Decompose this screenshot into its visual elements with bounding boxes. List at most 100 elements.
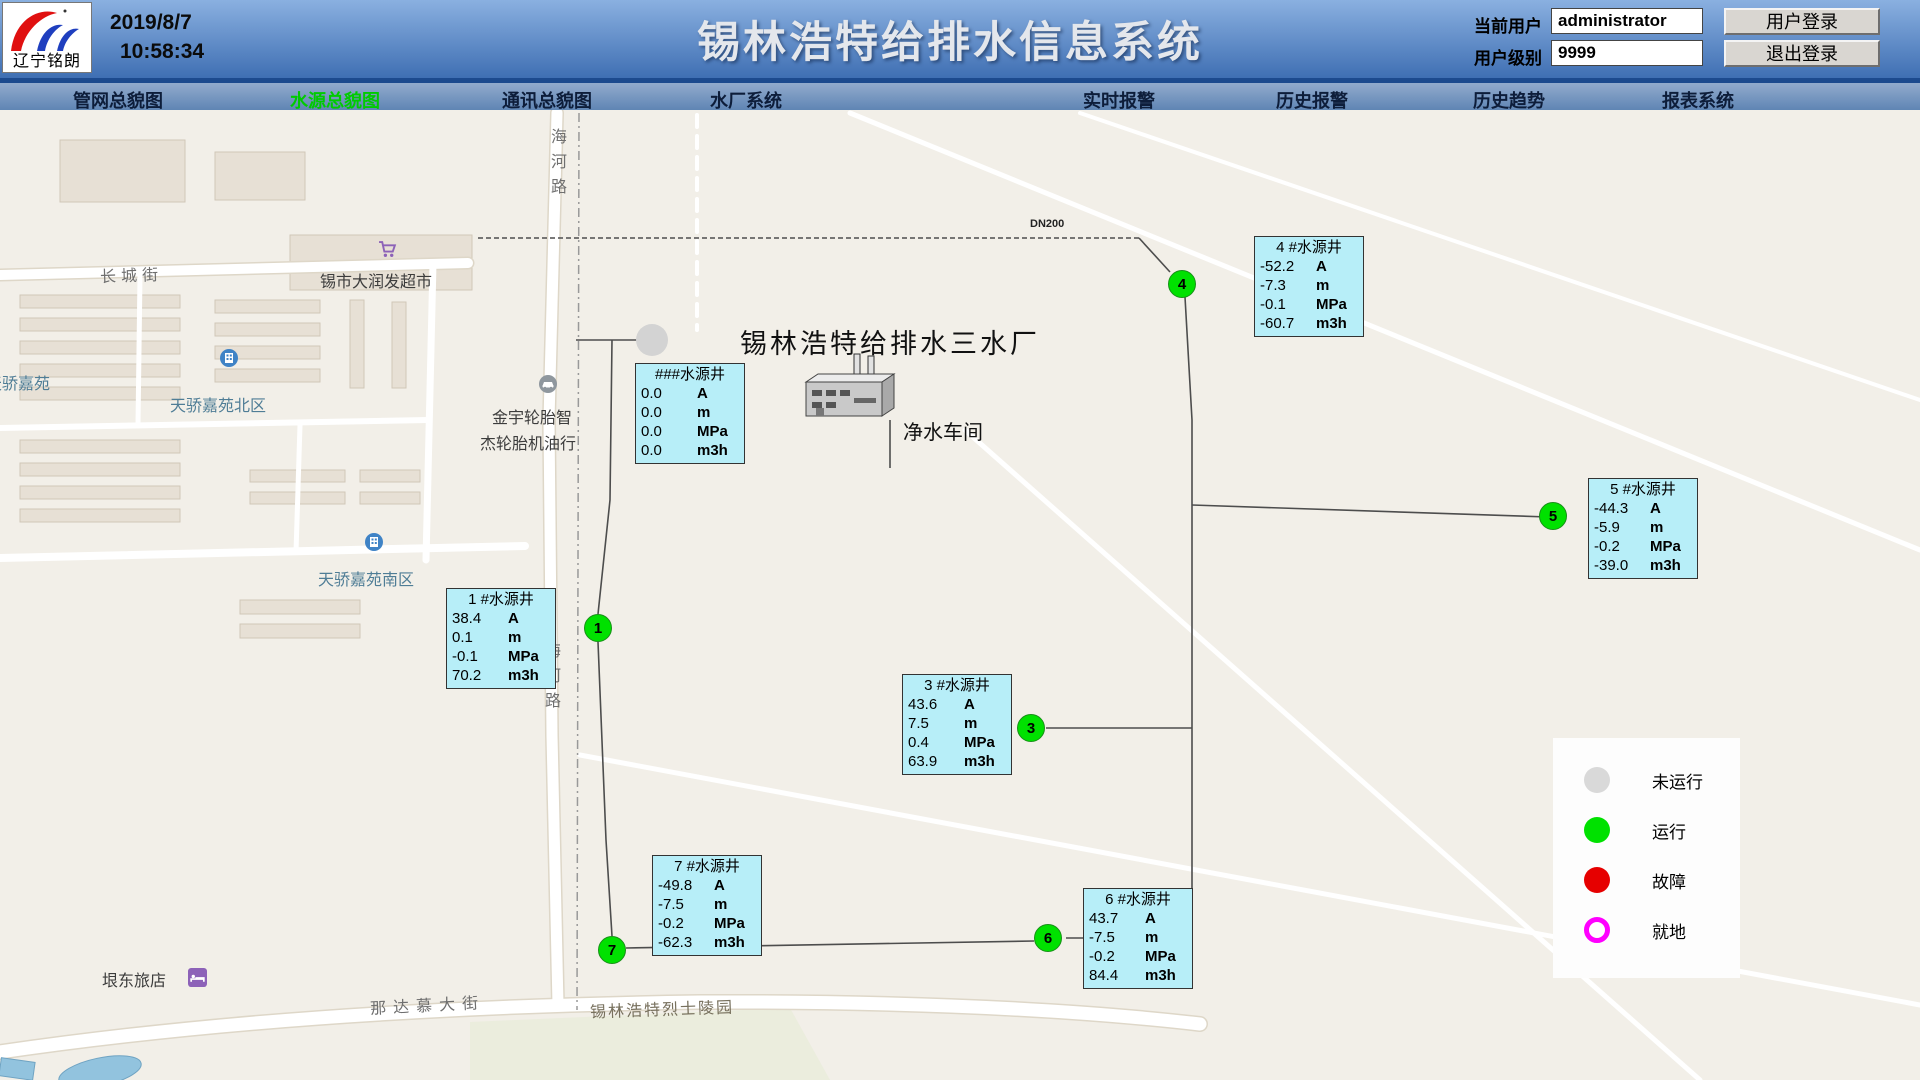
legend-row-fault: 故障 bbox=[1553, 862, 1740, 898]
poi-label-cemetery: 锡林浩特烈士陵园 bbox=[590, 993, 735, 1022]
street-label: 长城街 bbox=[100, 261, 164, 287]
well-marker-3[interactable]: 3 bbox=[1017, 714, 1045, 742]
well-value: -39.0 bbox=[1594, 556, 1650, 575]
well-unit: m3h bbox=[1316, 314, 1347, 333]
well-unit: m3h bbox=[697, 441, 728, 460]
area-label: 天骄嘉苑北区 bbox=[170, 392, 266, 416]
legend-label: 未运行 bbox=[1652, 768, 1703, 793]
login-button[interactable]: 用户登录 bbox=[1724, 8, 1880, 35]
well-box-6: 6 #水源井 43.7A -7.5m -0.2MPa 84.4m3h bbox=[1083, 888, 1193, 989]
legend-label: 故障 bbox=[1652, 868, 1686, 893]
well-box-title: 6 #水源井 bbox=[1084, 890, 1192, 909]
well-value: -62.3 bbox=[658, 933, 714, 952]
well-unit: m3h bbox=[714, 933, 745, 952]
well-box-unnamed: ###水源井 0.0A 0.0m 0.0MPa 0.0m3h bbox=[635, 363, 745, 464]
well-value: -44.3 bbox=[1594, 499, 1650, 518]
well-value: -60.7 bbox=[1260, 314, 1316, 333]
date-text: 2019/8/7 bbox=[110, 8, 204, 37]
current-user-label: 当前用户 bbox=[1474, 12, 1542, 37]
well-value: 70.2 bbox=[452, 666, 508, 685]
residential-building-icon bbox=[220, 349, 238, 372]
well-value: -0.1 bbox=[1260, 295, 1316, 314]
poi-label-hotel: 垠东旅店 bbox=[102, 967, 166, 991]
well-value: -0.2 bbox=[1594, 537, 1650, 556]
well-value: -0.2 bbox=[1089, 947, 1145, 966]
well-unit: A bbox=[1145, 909, 1156, 928]
well-unit: A bbox=[714, 876, 725, 895]
well-unit: m3h bbox=[1145, 966, 1176, 985]
logo-text: 辽宁铭朗 bbox=[3, 47, 91, 71]
well-value: -7.5 bbox=[1089, 928, 1145, 947]
legend-label: 就地 bbox=[1652, 918, 1686, 943]
logout-button[interactable]: 退出登录 bbox=[1724, 40, 1880, 67]
user-level-label: 用户级别 bbox=[1474, 44, 1542, 69]
well-value: -5.9 bbox=[1594, 518, 1650, 537]
well-unit: m bbox=[508, 628, 521, 647]
well-unit: MPa bbox=[714, 914, 745, 933]
current-user-input[interactable] bbox=[1551, 8, 1703, 34]
well-value: 38.4 bbox=[452, 609, 508, 628]
legend-row-local: 就地 bbox=[1553, 912, 1740, 948]
not-running-status-icon bbox=[1584, 767, 1610, 793]
well-marker-1[interactable]: 1 bbox=[584, 614, 612, 642]
residential-building-icon bbox=[365, 533, 383, 556]
well-unit: m bbox=[1650, 518, 1663, 537]
well-unit: A bbox=[964, 695, 975, 714]
well-box-5: 5 #水源井 -44.3A -5.9m -0.2MPa -39.0m3h bbox=[1588, 478, 1698, 579]
well-value: 84.4 bbox=[1089, 966, 1145, 985]
well-box-1: 1 #水源井 38.4A 0.1m -0.1MPa 70.2m3h bbox=[446, 588, 556, 689]
well-unit: A bbox=[697, 384, 708, 403]
area-label: 天骄嘉苑南区 bbox=[318, 566, 414, 590]
well-value: 0.0 bbox=[641, 441, 697, 460]
running-status-icon bbox=[1584, 817, 1610, 843]
well-unit: A bbox=[1316, 257, 1327, 276]
hotel-bed-icon bbox=[188, 968, 207, 992]
status-legend: 未运行 运行 故障 就地 bbox=[1553, 738, 1740, 978]
well-box-title: 3 #水源井 bbox=[903, 676, 1011, 695]
well-value: 0.1 bbox=[452, 628, 508, 647]
well-box-3: 3 #水源井 43.6A 7.5m 0.4MPa 63.9m3h bbox=[902, 674, 1012, 775]
well-unit: MPa bbox=[964, 733, 995, 752]
supermarket-cart-icon bbox=[378, 240, 397, 264]
well-box-title: 1 #水源井 bbox=[447, 590, 555, 609]
well-marker-4[interactable]: 4 bbox=[1168, 270, 1196, 298]
well-unit: MPa bbox=[1316, 295, 1347, 314]
well-unit: m bbox=[714, 895, 727, 914]
poi-label-tire-shop: 杰轮胎机油行 bbox=[480, 430, 576, 454]
well-unit: MPa bbox=[508, 647, 539, 666]
well-marker-unnamed bbox=[636, 324, 668, 356]
well-unit: m bbox=[1145, 928, 1158, 947]
poi-label-supermarket: 锡市大润发超市 bbox=[320, 268, 432, 292]
well-value: 0.0 bbox=[641, 422, 697, 441]
factory-icon bbox=[806, 354, 894, 416]
datetime: 2019/8/7 10:58:34 bbox=[110, 8, 204, 66]
pipe-diameter-label: DN200 bbox=[1030, 218, 1064, 230]
well-value: 0.4 bbox=[908, 733, 964, 752]
well-marker-5[interactable]: 5 bbox=[1539, 502, 1567, 530]
well-box-title: 7 #水源井 bbox=[653, 857, 761, 876]
well-box-title: 5 #水源井 bbox=[1589, 480, 1697, 499]
nav-bar: 管网总貌图 水源总貌图 通讯总貌图 水厂系统 实时报警 历史报警 历史趋势 报表… bbox=[0, 78, 1920, 110]
well-value: -52.2 bbox=[1260, 257, 1316, 276]
company-logo: 辽宁铭朗 bbox=[2, 2, 92, 73]
car-repair-icon bbox=[539, 375, 557, 398]
plant-title: 锡林浩特给排水三水厂 bbox=[740, 322, 1040, 361]
well-value: -0.2 bbox=[658, 914, 714, 933]
map-canvas: 长城街 锡市大润发超市 天骄嘉苑 天骄嘉苑北区 金宇轮胎智 杰轮胎机油行 天骄嘉… bbox=[0, 110, 1920, 1080]
poi-label-tire-shop: 金宇轮胎智 bbox=[492, 404, 572, 428]
app-title: 锡林浩特给排水信息系统 bbox=[600, 8, 1300, 70]
well-unit: m bbox=[1316, 276, 1329, 295]
well-box-title: ###水源井 bbox=[636, 365, 744, 384]
well-marker-7[interactable]: 7 bbox=[598, 936, 626, 964]
well-value: 0.0 bbox=[641, 403, 697, 422]
well-value: 63.9 bbox=[908, 752, 964, 771]
well-box-7: 7 #水源井 -49.8A -7.5m -0.2MPa -62.3m3h bbox=[652, 855, 762, 956]
user-level-input[interactable] bbox=[1551, 40, 1703, 66]
well-marker-6[interactable]: 6 bbox=[1034, 924, 1062, 952]
well-unit: m bbox=[697, 403, 710, 422]
well-value: 43.6 bbox=[908, 695, 964, 714]
workshop-label: 净水车间 bbox=[903, 416, 983, 445]
well-unit: m3h bbox=[964, 752, 995, 771]
legend-row-not-running: 未运行 bbox=[1553, 762, 1740, 798]
well-unit: MPa bbox=[697, 422, 728, 441]
